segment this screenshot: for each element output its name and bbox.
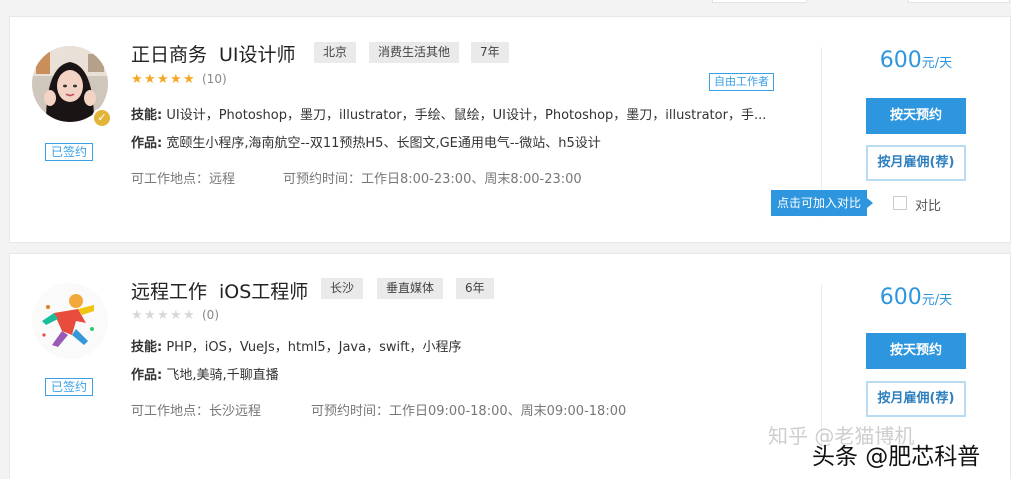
tag-city: 长沙 [321, 278, 364, 299]
star-icon: ★ [170, 72, 182, 87]
price: 600元/天 [866, 48, 966, 73]
star-icon: ★ [131, 308, 143, 323]
price-number: 600 [879, 48, 922, 73]
price-number: 600 [879, 285, 922, 310]
rating: ★★★★★ (0) [131, 308, 219, 323]
title-company: 正日商务 [131, 44, 208, 66]
tag-industry: 垂直媒体 [377, 278, 444, 299]
skills-text: UI设计，Photoshop，墨刀，illustrator，手绘、鼠绘，UI设计… [166, 108, 767, 123]
previous-card-edge-right [908, 0, 1010, 3]
signed-badge: 已签约 [45, 143, 93, 161]
price: 600元/天 [866, 285, 966, 310]
star-icon: ★ [170, 308, 182, 323]
skills-label: 技能: [131, 340, 163, 355]
book-daily-button[interactable]: 按天预约 [866, 98, 966, 134]
skills-label: 技能: [131, 108, 163, 123]
runner-logo-icon [32, 283, 108, 359]
compare-checkbox[interactable] [893, 196, 907, 210]
card-title[interactable]: 远程工作 iOS工程师 [131, 277, 308, 304]
compare-label[interactable]: 对比 [915, 195, 941, 214]
star-icon: ★ [183, 72, 195, 87]
tag-experience: 7年 [471, 42, 509, 63]
hire-monthly-button[interactable]: 按月雇佣(荐) [866, 145, 966, 181]
availability: 可预约时间：工作日8:00-23:00、周末8:00-23:00 [283, 172, 582, 187]
title-role: iOS工程师 [219, 281, 309, 303]
works-text: 宽颐生小程序,海南航空--双11预热H5、长图文,GE通用电气--微站、h5设计 [166, 136, 601, 151]
works-line: 作品: 宽颐生小程序,海南航空--双11预热H5、长图文,GE通用电气--微站、… [131, 132, 781, 151]
works-text: 飞地,美骑,千聊直播 [166, 368, 279, 383]
star-icon: ★ [144, 308, 156, 323]
rating-count: (0) [202, 308, 219, 322]
availability: 可预约时间：工作日09:00-18:00、周末09:00-18:00 [311, 404, 627, 419]
skills-text: PHP，iOS，VueJs，html5，Java，swift，小程序 [166, 340, 462, 355]
verified-badge-icon: ✓ [92, 108, 112, 128]
star-icon: ★ [144, 72, 156, 87]
star-icon: ★ [157, 308, 169, 323]
title-company: 远程工作 [131, 281, 208, 303]
hire-monthly-button[interactable]: 按月雇佣(荐) [866, 381, 966, 417]
tag-city: 北京 [314, 42, 357, 63]
tag-industry: 消费生活其他 [369, 42, 460, 63]
rating-count: (10) [202, 72, 227, 86]
freelancer-card-1: ✓ 已签约 正日商务 UI设计师 北京 消费生活其他 7年 ★★★★★ (10) 自… [9, 16, 1011, 243]
freelancer-badge: 自由工作者 [709, 73, 774, 91]
avatar[interactable] [32, 283, 108, 359]
book-daily-button[interactable]: 按天预约 [866, 333, 966, 369]
signed-badge: 已签约 [45, 378, 93, 396]
toutiao-watermark: 头条 @肥芯科普 [812, 444, 981, 470]
rating: ★★★★★ (10) [131, 72, 227, 87]
skills-line: 技能: UI设计，Photoshop，墨刀，illustrator，手绘、鼠绘，… [131, 104, 781, 123]
title-role: UI设计师 [219, 44, 296, 66]
star-icon: ★ [183, 308, 195, 323]
work-location: 可工作地点：长沙远程 [131, 404, 262, 419]
compare-tooltip: 点击可加入对比 [771, 190, 874, 216]
works-line: 作品: 飞地,美骑,千聊直播 [131, 364, 781, 383]
previous-card-edge [712, 0, 807, 3]
skills-line: 技能: PHP，iOS，VueJs，html5，Java，swift，小程序 [131, 336, 781, 355]
card-title[interactable]: 正日商务 UI设计师 [131, 40, 296, 67]
works-label: 作品: [131, 368, 163, 383]
price-unit: 元/天 [921, 293, 953, 308]
star-icon: ★ [157, 72, 169, 87]
work-location: 可工作地点：远程 [131, 172, 236, 187]
price-unit: 元/天 [921, 56, 953, 71]
works-label: 作品: [131, 136, 163, 151]
tag-experience: 6年 [456, 278, 494, 299]
star-icon: ★ [131, 72, 143, 87]
